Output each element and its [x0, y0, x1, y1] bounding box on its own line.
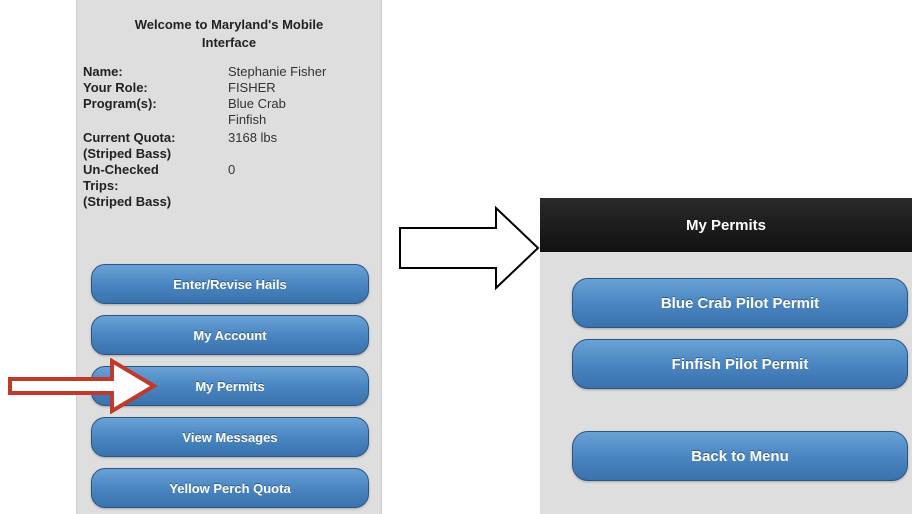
name-value: Stephanie Fisher	[228, 64, 327, 79]
yellow-perch-quota-button[interactable]: Yellow Perch Quota	[91, 468, 369, 508]
my-account-button[interactable]: My Account	[91, 315, 369, 355]
header-bar: My Permits	[540, 198, 912, 252]
screen-title: My Permits	[685, 216, 767, 234]
view-messages-button[interactable]: View Messages	[91, 417, 369, 457]
trips-label-2: Trips:	[83, 178, 119, 193]
red-right-arrow-icon	[8, 358, 158, 414]
my-permits-screen: My Permits Blue Crab Pilot Permit Finfis…	[540, 198, 912, 514]
blue-crab-pilot-permit-button[interactable]: Blue Crab Pilot Permit	[572, 278, 908, 328]
role-label: Your Role:	[83, 80, 148, 95]
enter-revise-hails-button[interactable]: Enter/Revise Hails	[91, 264, 369, 304]
trips-label-3: (Striped Bass)	[83, 194, 172, 209]
quota-label-1: Current Quota:	[83, 130, 176, 145]
trips-label-1: Un-Checked	[83, 162, 159, 177]
welcome-line-2: Interface	[201, 35, 257, 50]
trips-value: 0	[228, 162, 236, 177]
welcome-heading: Welcome to Maryland's Mobile Interface	[77, 16, 381, 52]
programs-value-2: Finfish	[228, 112, 267, 127]
back-to-menu-button[interactable]: Back to Menu	[572, 431, 908, 481]
main-menu-screen: Welcome to Maryland's Mobile Interface N…	[76, 0, 382, 514]
quota-label-2: (Striped Bass)	[83, 146, 172, 161]
quota-value: 3168 lbs	[228, 130, 278, 145]
welcome-line-1: Welcome to Maryland's Mobile	[134, 17, 324, 32]
role-value: FISHER	[228, 80, 276, 95]
programs-value-1: Blue Crab	[228, 96, 286, 111]
right-arrow-outline-icon	[399, 206, 540, 290]
name-label: Name:	[83, 64, 123, 79]
finfish-pilot-permit-button[interactable]: Finfish Pilot Permit	[572, 339, 908, 389]
programs-label: Program(s):	[83, 96, 157, 111]
